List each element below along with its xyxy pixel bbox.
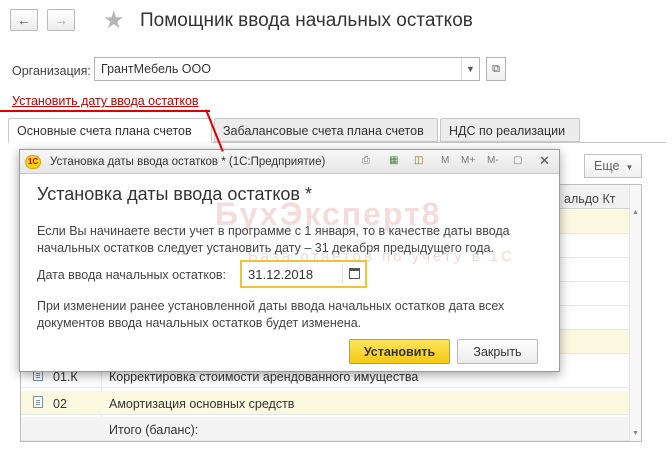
- memory-button[interactable]: M: [441, 155, 449, 169]
- organization-input[interactable]: ГрантМебель ООО ▼: [94, 57, 480, 81]
- tab-off-balance-accounts[interactable]: Забалансовые счета плана счетов: [214, 118, 438, 142]
- chevron-down-icon[interactable]: ▼: [461, 58, 479, 80]
- scroll-up-icon[interactable]: ▲: [632, 209, 639, 216]
- row-name: Амортизация основных средств: [109, 397, 295, 411]
- forward-arrow-icon: →: [54, 12, 68, 28]
- row-name: Корректировка стоимости арендованного им…: [109, 370, 419, 384]
- star-icon[interactable]: ★: [103, 6, 125, 35]
- table-row[interactable]: 02 Амортизация основных средств: [21, 391, 631, 415]
- set-date-dialog: 1С Установка даты ввода остатков * (1С:П…: [19, 149, 560, 372]
- memory-add-button[interactable]: M+: [461, 155, 475, 169]
- close-button[interactable]: Закрыть: [457, 339, 538, 364]
- restore-window-icon[interactable]: ▢: [513, 155, 522, 169]
- row-code: 01.К: [53, 370, 78, 384]
- tab-main-accounts[interactable]: Основные счета плана счетов: [8, 118, 212, 143]
- spreadsheet-icon[interactable]: ▦: [389, 155, 398, 169]
- row-name: Итого (баланс):: [109, 423, 199, 437]
- calendar-icon[interactable]: [349, 268, 360, 279]
- row-code: 02: [53, 397, 67, 411]
- dialog-window-title: Установка даты ввода остатков * (1С:Пред…: [50, 156, 326, 168]
- more-button[interactable]: Еще ▼: [584, 154, 642, 178]
- dialog-note: При изменении ранее установленной даты в…: [37, 298, 547, 332]
- dialog-intro: Если Вы начинаете вести учет в программе…: [37, 223, 547, 257]
- chevron-down-icon: ▼: [625, 163, 634, 172]
- set-button[interactable]: Установить: [349, 339, 450, 364]
- back-arrow-icon: ←: [17, 12, 31, 28]
- back-button[interactable]: ←: [10, 9, 38, 31]
- date-label: Дата ввода начальных остатков:: [37, 268, 227, 282]
- dialog-heading: Установка даты ввода остатков *: [37, 184, 313, 204]
- tab-vat-sales[interactable]: НДС по реализации: [440, 118, 580, 142]
- intro-line: Если Вы начинаете вести учет в программе…: [37, 224, 510, 238]
- memory-subtract-button[interactable]: M-: [487, 155, 499, 169]
- open-organization-button[interactable]: ⧉: [486, 57, 506, 81]
- scroll-down-icon[interactable]: ▼: [632, 430, 639, 437]
- organization-value: ГрантМебель ООО: [101, 62, 211, 76]
- close-icon[interactable]: ✕: [539, 153, 550, 169]
- forward-button[interactable]: →: [47, 9, 75, 31]
- organization-label: Организация:: [12, 64, 91, 78]
- date-value: 31.12.2018: [248, 267, 314, 282]
- annotation-underline: [0, 110, 210, 112]
- vertical-scrollbar[interactable]: ▲ ▼: [629, 185, 641, 441]
- print-icon[interactable]: ⎙: [362, 155, 370, 169]
- open-window-icon: ⧉: [492, 62, 500, 75]
- intro-line: начальных остатков следует установить да…: [37, 241, 494, 255]
- set-date-link[interactable]: Установить дату ввода остатков: [12, 94, 199, 108]
- note-line: При изменении ранее установленной даты в…: [37, 299, 505, 313]
- column-saldo-kt: альдо Кт: [564, 192, 616, 206]
- dialog-titlebar[interactable]: 1С Установка даты ввода остатков * (1С:П…: [20, 150, 559, 174]
- field-divider: [342, 265, 343, 283]
- note-line: документов ввода начальных остатков буде…: [37, 316, 362, 330]
- page-title: Помощник ввода начальных остатков: [140, 10, 473, 31]
- date-input[interactable]: 31.12.2018: [240, 260, 367, 288]
- document-icon: [33, 396, 43, 408]
- calendar-icon[interactable]: ◫: [414, 155, 423, 169]
- 1c-logo-icon: 1С: [25, 155, 41, 169]
- table-total-row: Итого (баланс):: [21, 417, 631, 441]
